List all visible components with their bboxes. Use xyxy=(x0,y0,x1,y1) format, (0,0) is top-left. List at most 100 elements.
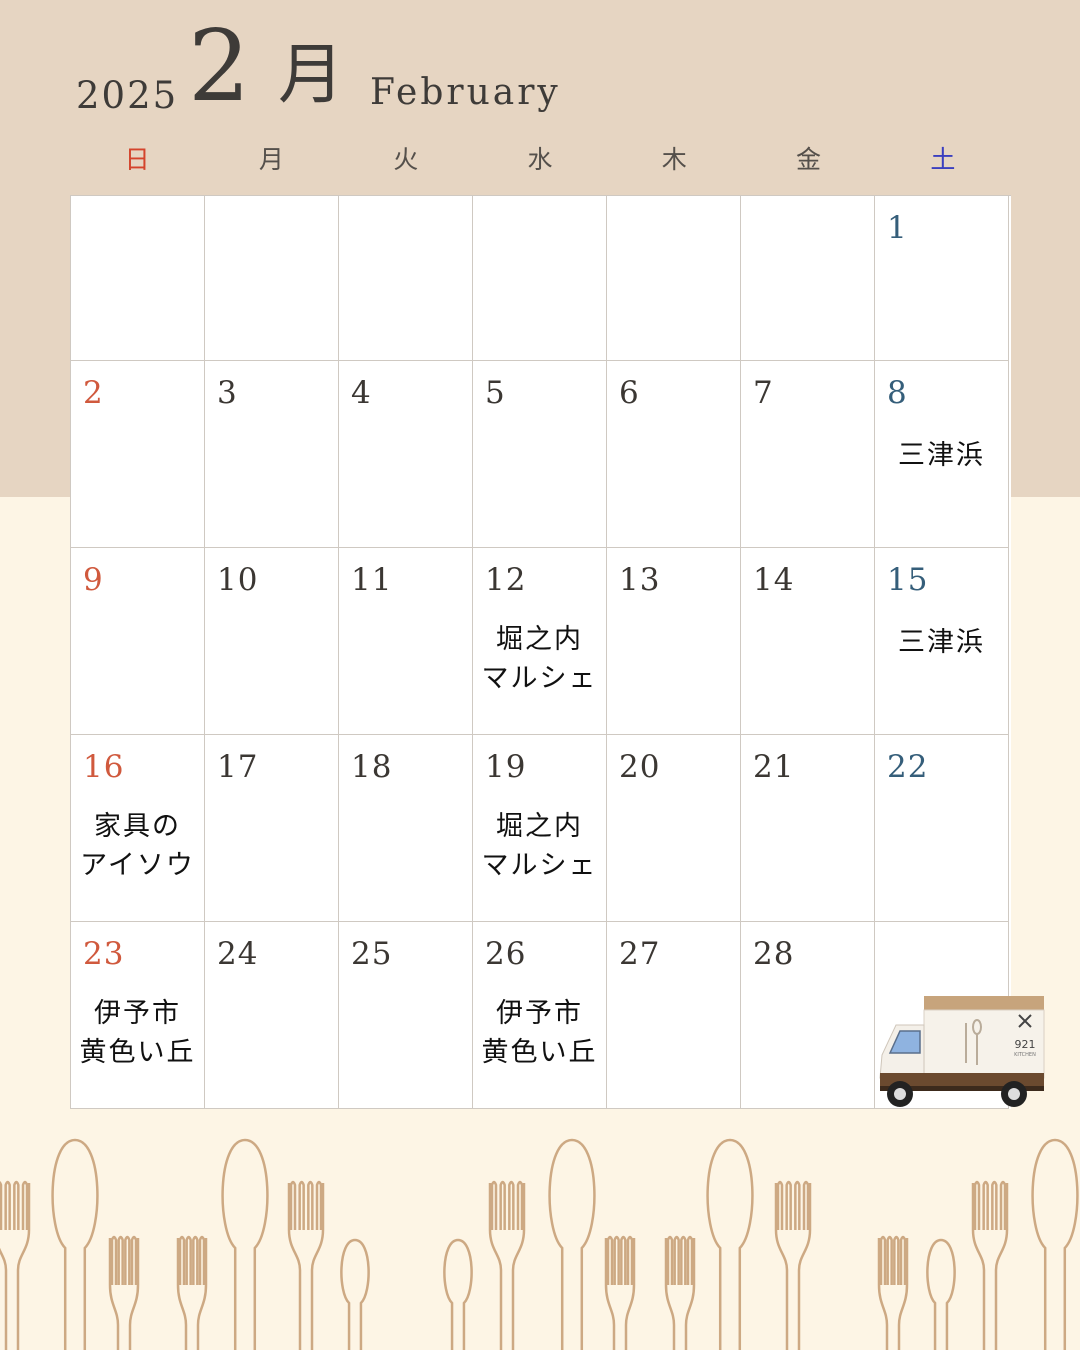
calendar-day-cell[interactable]: 26 伊予市 黄色い丘 xyxy=(473,922,607,1109)
calendar-day-cell[interactable]: 12 堀之内 マルシェ xyxy=(473,548,607,735)
calendar-day-cell[interactable]: 22 xyxy=(875,735,1009,922)
calendar-day-cell[interactable]: 25 xyxy=(339,922,473,1109)
fork-shape xyxy=(877,1235,909,1350)
day-number: 27 xyxy=(619,936,661,972)
calendar-day-cell[interactable]: 18 xyxy=(339,735,473,922)
calendar-day-cell[interactable]: 21 xyxy=(741,735,875,922)
event-line: マルシェ xyxy=(481,850,598,881)
event-label: 三津浜 xyxy=(875,436,1008,475)
day-number: 12 xyxy=(485,562,527,598)
calendar-week-row: 9 10 11 12 堀之内 マルシェ 13 14 15 三津浜 xyxy=(71,548,1011,735)
calendar-day-cell[interactable]: 15 三津浜 xyxy=(875,548,1009,735)
event-label: 堀之内 マルシェ xyxy=(473,807,606,885)
calendar-day-cell[interactable]: 7 xyxy=(741,361,875,548)
calendar-day-cell[interactable]: 11 xyxy=(339,548,473,735)
weekday-monday: 月 xyxy=(258,145,284,174)
event-label: 伊予市 黄色い丘 xyxy=(473,994,606,1072)
weekday-wednesday: 水 xyxy=(527,145,553,174)
event-line: 黄色い丘 xyxy=(79,1037,196,1068)
day-number: 1 xyxy=(887,210,908,246)
day-number: 6 xyxy=(619,375,640,411)
day-number: 8 xyxy=(887,375,908,411)
calendar-day-cell[interactable]: 2 xyxy=(71,361,205,548)
day-number: 25 xyxy=(351,936,393,972)
calendar-day-cell[interactable]: 3 xyxy=(205,361,339,548)
fork-shape xyxy=(108,1235,140,1350)
calendar-day-cell[interactable] xyxy=(339,196,473,361)
fork-shape xyxy=(774,1180,812,1350)
calendar-day-cell[interactable]: 1 xyxy=(875,196,1009,361)
calendar-day-cell[interactable]: 8 三津浜 xyxy=(875,361,1009,548)
calendar-day-cell[interactable] xyxy=(607,196,741,361)
calendar-day-cell[interactable]: 19 堀之内マルシェ xyxy=(473,735,607,922)
event-line: 黄色い丘 xyxy=(481,1037,598,1068)
event-label: 家具の アイソウ xyxy=(71,807,204,885)
spoon-shape xyxy=(51,1138,99,1350)
day-number: 3 xyxy=(217,375,238,411)
weekday-thursday: 木 xyxy=(661,145,687,174)
calendar-day-cell[interactable]: 27 xyxy=(607,922,741,1109)
day-number: 4 xyxy=(351,375,372,411)
spoon-shape xyxy=(340,1238,370,1350)
day-number: 9 xyxy=(83,562,104,598)
day-number: 11 xyxy=(351,562,393,598)
day-number: 15 xyxy=(887,562,929,598)
weekday-friday: 金 xyxy=(796,145,822,174)
day-number: 22 xyxy=(887,749,929,785)
weekday-tuesday: 火 xyxy=(393,145,419,174)
calendar-day-cell[interactable]: 14 xyxy=(741,548,875,735)
day-number: 19 xyxy=(485,749,527,785)
calendar-week-row: 2 3 4 5 6 7 8 三津浜 xyxy=(71,361,1011,548)
spoon-shape xyxy=(1031,1138,1079,1350)
calendar-header: 2025 2 月 February xyxy=(0,0,1080,130)
day-number: 13 xyxy=(619,562,661,598)
day-number: 18 xyxy=(351,749,393,785)
spoon-shape xyxy=(706,1138,754,1350)
event-line: アイソウ xyxy=(80,850,195,881)
event-line: 三津浜 xyxy=(898,627,985,658)
event-line: 三津浜 xyxy=(898,440,985,471)
calendar-day-cell[interactable] xyxy=(71,196,205,361)
fork-shape xyxy=(0,1180,31,1350)
day-number: 2 xyxy=(83,375,104,411)
food-truck-illustration: 921 KITCHEN xyxy=(879,996,1045,1107)
calendar-week-row: 16 家具のアイソウ 17 18 19 堀之内マルシェ 20 21 22 xyxy=(71,735,1011,922)
calendar-day-cell[interactable]: 13 xyxy=(607,548,741,735)
calendar-day-cell[interactable]: 16 家具のアイソウ xyxy=(71,735,205,922)
calendar-day-cell[interactable]: 4 xyxy=(339,361,473,548)
month-number: 2 xyxy=(188,10,251,124)
calendar-day-cell[interactable]: 10 xyxy=(205,548,339,735)
calendar-day-cell[interactable] xyxy=(473,196,607,361)
truck-logo-subtext: KITCHEN xyxy=(1014,1052,1036,1058)
day-number: 17 xyxy=(217,749,259,785)
event-label: 伊予市 黄色い丘 xyxy=(71,994,204,1072)
spoon-shape xyxy=(548,1138,596,1350)
calendar-day-cell[interactable]: 6 xyxy=(607,361,741,548)
calendar-grid: 1 2 3 4 5 6 7 8 三津浜 9 10 11 12 堀之内 マルシェ 13 14 15 三津浜 16 家具のア… xyxy=(70,195,1011,1109)
fork-shape xyxy=(176,1235,208,1350)
day-number: 23 xyxy=(83,936,125,972)
day-number: 26 xyxy=(485,936,527,972)
calendar-day-cell[interactable]: 20 xyxy=(607,735,741,922)
weekday-header-row: 日 月 火 水 木 金 土 xyxy=(70,140,1010,176)
day-number: 16 xyxy=(83,749,125,785)
spoon-shape xyxy=(221,1138,269,1350)
event-line: 家具の xyxy=(94,811,181,842)
calendar-day-cell[interactable] xyxy=(205,196,339,361)
calendar-day-cell[interactable]: 17 xyxy=(205,735,339,922)
cutlery-pattern xyxy=(0,1138,1079,1350)
event-line: 堀之内 xyxy=(496,811,583,842)
weekday-sunday: 日 xyxy=(124,145,150,174)
calendar-week-row: 1 xyxy=(71,196,1011,361)
calendar-day-cell[interactable]: 23 伊予市 黄色い丘 xyxy=(71,922,205,1109)
calendar-day-cell[interactable]: 5 xyxy=(473,361,607,548)
calendar-day-cell[interactable] xyxy=(741,196,875,361)
calendar-day-cell[interactable]: 9 xyxy=(71,548,205,735)
day-number: 20 xyxy=(619,749,661,785)
spoon-shape xyxy=(443,1238,473,1350)
fork-shape xyxy=(488,1180,526,1350)
event-label: 三津浜 xyxy=(875,623,1008,662)
calendar-day-cell[interactable]: 28 xyxy=(741,922,875,1109)
calendar-day-cell[interactable]: 24 xyxy=(205,922,339,1109)
day-number: 24 xyxy=(217,936,259,972)
